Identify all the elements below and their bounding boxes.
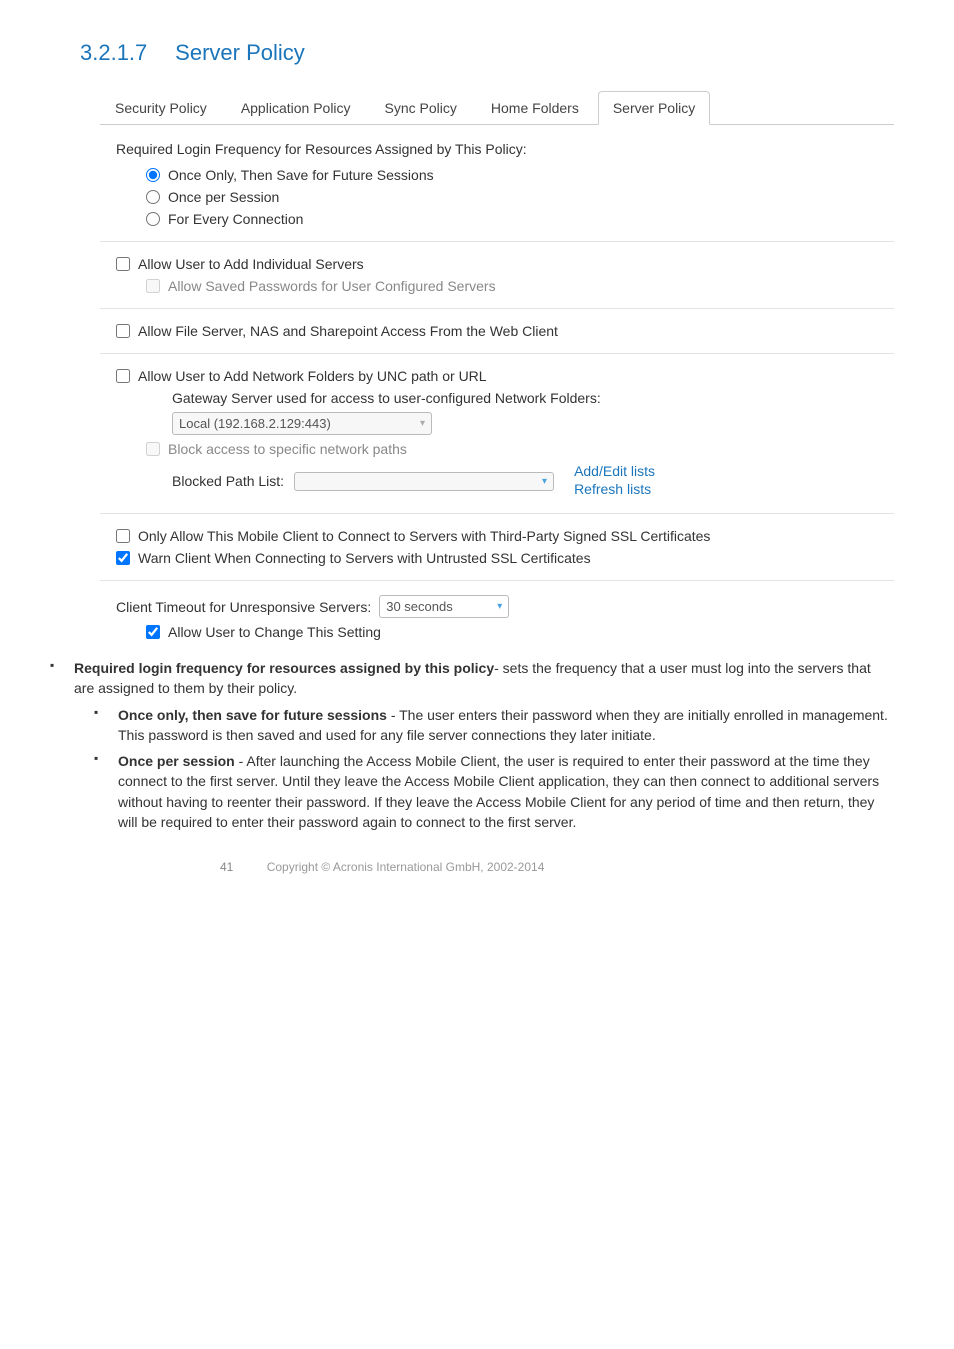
client-timeout-select[interactable]: 30 seconds ▾ (379, 595, 509, 618)
checkbox-only-third-party-ssl-label: Only Allow This Mobile Client to Connect… (138, 528, 710, 544)
checkbox-allow-file-server-nas-label: Allow File Server, NAS and Sharepoint Ac… (138, 323, 558, 339)
checkbox-allow-saved-passwords (146, 279, 160, 293)
page-footer: 41 Copyright © Acronis International Gmb… (220, 860, 894, 874)
section-number: 3.2.1.7 (80, 40, 147, 66)
blocked-path-list-label: Blocked Path List: (172, 473, 284, 489)
chevron-down-icon: ▾ (497, 601, 502, 612)
radio-for-every-connection-label: For Every Connection (168, 211, 303, 227)
checkbox-allow-file-server-nas[interactable] (116, 324, 130, 338)
tab-security-policy[interactable]: Security Policy (100, 91, 222, 125)
checkbox-allow-change-timeout-label: Allow User to Change This Setting (168, 624, 381, 640)
client-timeout-label: Client Timeout for Unresponsive Servers: (116, 599, 371, 615)
checkbox-allow-add-individual-servers[interactable] (116, 257, 130, 271)
checkbox-only-third-party-ssl[interactable] (116, 529, 130, 543)
radio-once-per-session-label: Once per Session (168, 189, 279, 205)
desc-once-only: Once only, then save for future sessions… (118, 705, 894, 746)
blocked-path-list-select[interactable]: ▾ (294, 472, 554, 491)
checkbox-block-network-paths (146, 442, 160, 456)
bullet-icon (94, 705, 118, 746)
radio-for-every-connection[interactable] (146, 212, 160, 226)
tab-application-policy[interactable]: Application Policy (226, 91, 366, 125)
link-add-edit-lists[interactable]: Add/Edit lists (574, 463, 655, 479)
page-number: 41 (220, 860, 233, 874)
desc-required-login: Required login frequency for resources a… (74, 658, 894, 699)
bullet-icon (94, 751, 118, 832)
radio-once-only-label: Once Only, Then Save for Future Sessions (168, 167, 434, 183)
tab-home-folders[interactable]: Home Folders (476, 91, 594, 125)
copyright-text: Copyright © Acronis International GmbH, … (267, 860, 545, 874)
checkbox-allow-change-timeout[interactable] (146, 625, 160, 639)
gateway-server-select[interactable]: Local (192.168.2.129:443) ▾ (172, 412, 432, 435)
checkbox-allow-unc-network-folders[interactable] (116, 369, 130, 383)
checkbox-allow-unc-network-folders-label: Allow User to Add Network Folders by UNC… (138, 368, 487, 384)
gateway-server-value: Local (192.168.2.129:443) (179, 416, 331, 431)
checkbox-allow-add-individual-servers-label: Allow User to Add Individual Servers (138, 256, 364, 272)
checkbox-warn-untrusted-ssl-label: Warn Client When Connecting to Servers w… (138, 550, 591, 566)
policy-tabs: Security Policy Application Policy Sync … (100, 90, 894, 125)
tab-server-policy[interactable]: Server Policy (598, 91, 710, 125)
bullet-icon (50, 658, 74, 699)
desc-once-per-session: Once per session - After launching the A… (118, 751, 894, 832)
checkbox-warn-untrusted-ssl[interactable] (116, 551, 130, 565)
chevron-down-icon: ▾ (420, 418, 425, 429)
gateway-server-label: Gateway Server used for access to user-c… (172, 390, 894, 406)
checkbox-block-network-paths-label: Block access to specific network paths (168, 441, 407, 457)
tab-sync-policy[interactable]: Sync Policy (370, 91, 472, 125)
radio-once-only[interactable] (146, 168, 160, 182)
section-title: Server Policy (175, 40, 305, 66)
link-refresh-lists[interactable]: Refresh lists (574, 481, 655, 497)
chevron-down-icon: ▾ (542, 476, 547, 487)
checkbox-allow-saved-passwords-label: Allow Saved Passwords for User Configure… (168, 278, 496, 294)
client-timeout-value: 30 seconds (386, 599, 453, 614)
required-login-frequency-label: Required Login Frequency for Resources A… (116, 141, 894, 157)
radio-once-per-session[interactable] (146, 190, 160, 204)
